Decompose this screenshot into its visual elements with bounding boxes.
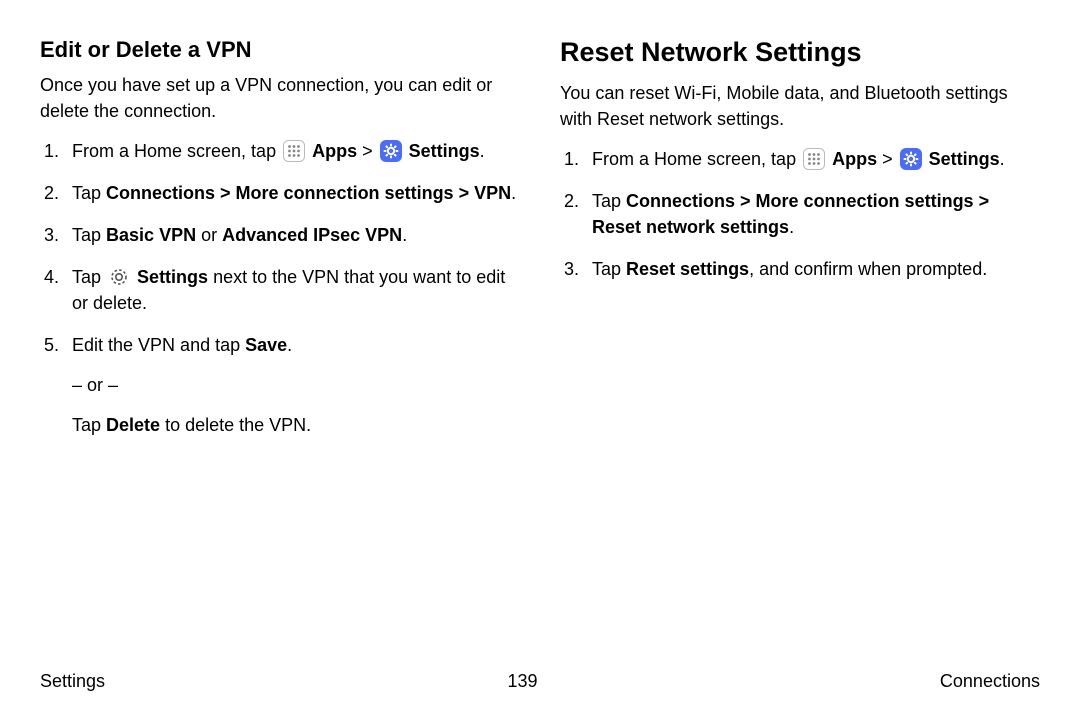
- text: Tap: [592, 191, 626, 211]
- text: or: [196, 225, 222, 245]
- alt-action: Tap Delete to delete the VPN.: [72, 412, 520, 438]
- list-item: Tap Settings next to the VPN that you wa…: [40, 264, 520, 316]
- list-item: Tap Reset settings, and confirm when pro…: [560, 256, 1040, 282]
- separator: >: [877, 149, 898, 169]
- list-item: From a Home screen, tap Apps > Settings.: [40, 138, 520, 164]
- text: Tap: [72, 415, 106, 435]
- separator: >: [357, 141, 378, 161]
- page-number: 139: [507, 671, 537, 692]
- apps-label: Apps: [312, 141, 357, 161]
- bold: Reset settings: [626, 259, 749, 279]
- text: , and confirm when prompted.: [749, 259, 987, 279]
- settings-label: Settings: [409, 141, 480, 161]
- bold: Settings: [137, 267, 208, 287]
- settings-gear-icon: [900, 148, 922, 170]
- intro-right: You can reset Wi-Fi, Mobile data, and Bl…: [560, 80, 1040, 132]
- text: .: [287, 335, 292, 355]
- text: .: [402, 225, 407, 245]
- settings-gear-icon: [380, 140, 402, 162]
- bold: Advanced IPsec VPN: [222, 225, 402, 245]
- text: Tap: [592, 259, 626, 279]
- intro-left: Once you have set up a VPN connection, y…: [40, 72, 520, 124]
- steps-left: From a Home screen, tap Apps > Settings.…: [40, 138, 520, 439]
- page-footer: Settings 139 Connections: [40, 671, 1040, 692]
- text: .: [511, 183, 516, 203]
- bold: Delete: [106, 415, 160, 435]
- settings-label: Settings: [929, 149, 1000, 169]
- gear-outline-icon: [108, 266, 130, 288]
- bold: Basic VPN: [106, 225, 196, 245]
- text: .: [480, 141, 485, 161]
- text: Tap: [72, 225, 106, 245]
- heading-edit-delete-vpn: Edit or Delete a VPN: [40, 36, 520, 64]
- list-item: From a Home screen, tap Apps > Settings.: [560, 146, 1040, 172]
- text: Tap: [72, 267, 106, 287]
- heading-reset-network: Reset Network Settings: [560, 36, 1040, 70]
- apps-label: Apps: [832, 149, 877, 169]
- left-column: Edit or Delete a VPN Once you have set u…: [40, 36, 520, 454]
- text: .: [1000, 149, 1005, 169]
- text: .: [789, 217, 794, 237]
- text: to delete the VPN.: [160, 415, 311, 435]
- apps-icon: [283, 140, 305, 162]
- bold-path: Connections > More connection settings >…: [106, 183, 511, 203]
- right-column: Reset Network Settings You can reset Wi-…: [560, 36, 1040, 454]
- list-item: Tap Basic VPN or Advanced IPsec VPN.: [40, 222, 520, 248]
- footer-right: Connections: [940, 671, 1040, 692]
- text: Edit the VPN and tap: [72, 335, 245, 355]
- text: From a Home screen, tap: [592, 149, 801, 169]
- footer-left: Settings: [40, 671, 105, 692]
- bold: Save: [245, 335, 287, 355]
- text: Tap: [72, 183, 106, 203]
- text: From a Home screen, tap: [72, 141, 281, 161]
- list-item: Edit the VPN and tap Save. – or – Tap De…: [40, 332, 520, 438]
- list-item: Tap Connections > More connection settin…: [560, 188, 1040, 240]
- or-separator: – or –: [72, 372, 520, 398]
- apps-icon: [803, 148, 825, 170]
- steps-right: From a Home screen, tap Apps > Settings.…: [560, 146, 1040, 282]
- list-item: Tap Connections > More connection settin…: [40, 180, 520, 206]
